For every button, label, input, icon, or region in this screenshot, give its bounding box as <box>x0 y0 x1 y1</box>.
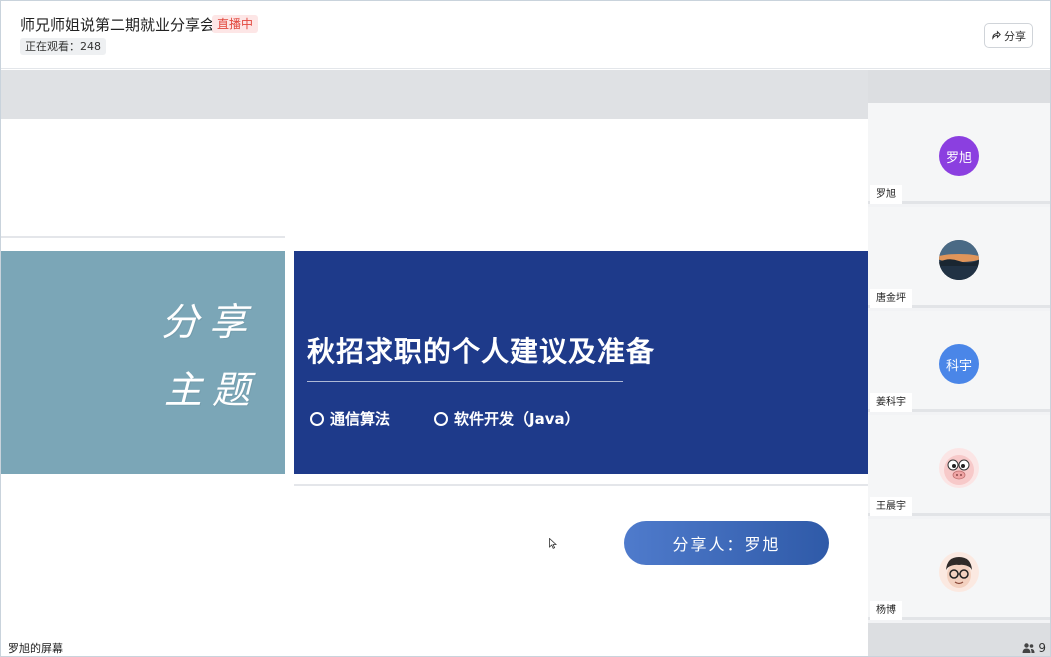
title-underline <box>307 381 623 382</box>
cartoon-pig-icon <box>939 448 979 488</box>
topic-panel: 分享 主题 <box>1 251 285 474</box>
calligraphy-line-2: 主题 <box>164 368 261 412</box>
topic-option-label: 软件开发（Java） <box>454 410 580 428</box>
people-icon <box>1022 643 1035 653</box>
participant-tile[interactable]: 罗旭 罗旭 <box>868 103 1050 204</box>
participant-tile[interactable]: 唐金坪 <box>868 207 1050 308</box>
participant-name: 唐金坪 <box>870 289 912 308</box>
header: 师兄师姐说第二期就业分享会 直播中 正在观看：248 分享 <box>1 1 1050 69</box>
divider <box>294 484 868 486</box>
presenter-badge: 分享人：罗旭 <box>624 521 829 565</box>
title-panel: 秋招求职的个人建议及准备 通信算法 软件开发（Java） <box>294 251 868 474</box>
circle-bullet-icon <box>310 411 324 426</box>
calligraphy-line-1: 分享 <box>161 300 258 344</box>
divider <box>1 236 285 238</box>
avatar: 科宇 <box>939 344 979 384</box>
shared-screen: 分享 主题 秋招求职的个人建议及准备 通信算法 软件开发（Java） 分享人：罗… <box>1 70 868 656</box>
participant-count-value: 9 <box>1038 641 1046 655</box>
participant-name: 王晨宇 <box>870 497 912 516</box>
participant-tile[interactable]: 王晨宇 <box>868 415 1050 516</box>
live-badge: 直播中 <box>212 15 259 33</box>
topic-option: 通信算法 <box>310 408 390 429</box>
mouse-cursor-icon <box>549 538 557 549</box>
meeting-title: 师兄师姐说第二期就业分享会 <box>20 16 216 34</box>
participant-name: 姜科宇 <box>870 393 912 412</box>
participant-tile[interactable]: 杨博 <box>868 519 1050 620</box>
viewer-count: 正在观看：248 <box>20 38 106 55</box>
meeting-window: 师兄师姐说第二期就业分享会 直播中 正在观看：248 分享 分享 主题 秋招求职… <box>0 0 1051 657</box>
participant-list-header <box>868 70 1050 103</box>
participant-count[interactable]: 9 <box>1022 641 1046 655</box>
participant-tile[interactable]: 科宇 姜科宇 <box>868 311 1050 412</box>
participant-name: 杨博 <box>870 601 902 620</box>
participant-name: 罗旭 <box>870 185 902 204</box>
topic-option-label: 通信算法 <box>330 410 391 428</box>
participant-list: 罗旭 罗旭 唐金坪 科宇 姜科宇 王晨宇 杨博 9 <box>868 70 1050 656</box>
share-label: 分享 <box>1004 29 1026 43</box>
presentation-slide: 分享 主题 秋招求职的个人建议及准备 通信算法 软件开发（Java） 分享人：罗… <box>1 119 868 656</box>
slide-title: 秋招求职的个人建议及准备 <box>307 335 656 368</box>
share-button[interactable]: 分享 <box>984 23 1033 48</box>
avatar: 罗旭 <box>939 136 979 176</box>
cartoon-glasses-boy-icon <box>939 552 979 592</box>
circle-bullet-icon <box>434 411 448 426</box>
participant-footer: 9 <box>868 623 1050 656</box>
topic-option: 软件开发（Java） <box>434 408 580 429</box>
screen-owner-label: 罗旭的屏幕 <box>2 639 69 656</box>
landscape-photo-icon <box>939 240 979 280</box>
share-icon <box>991 29 1002 43</box>
